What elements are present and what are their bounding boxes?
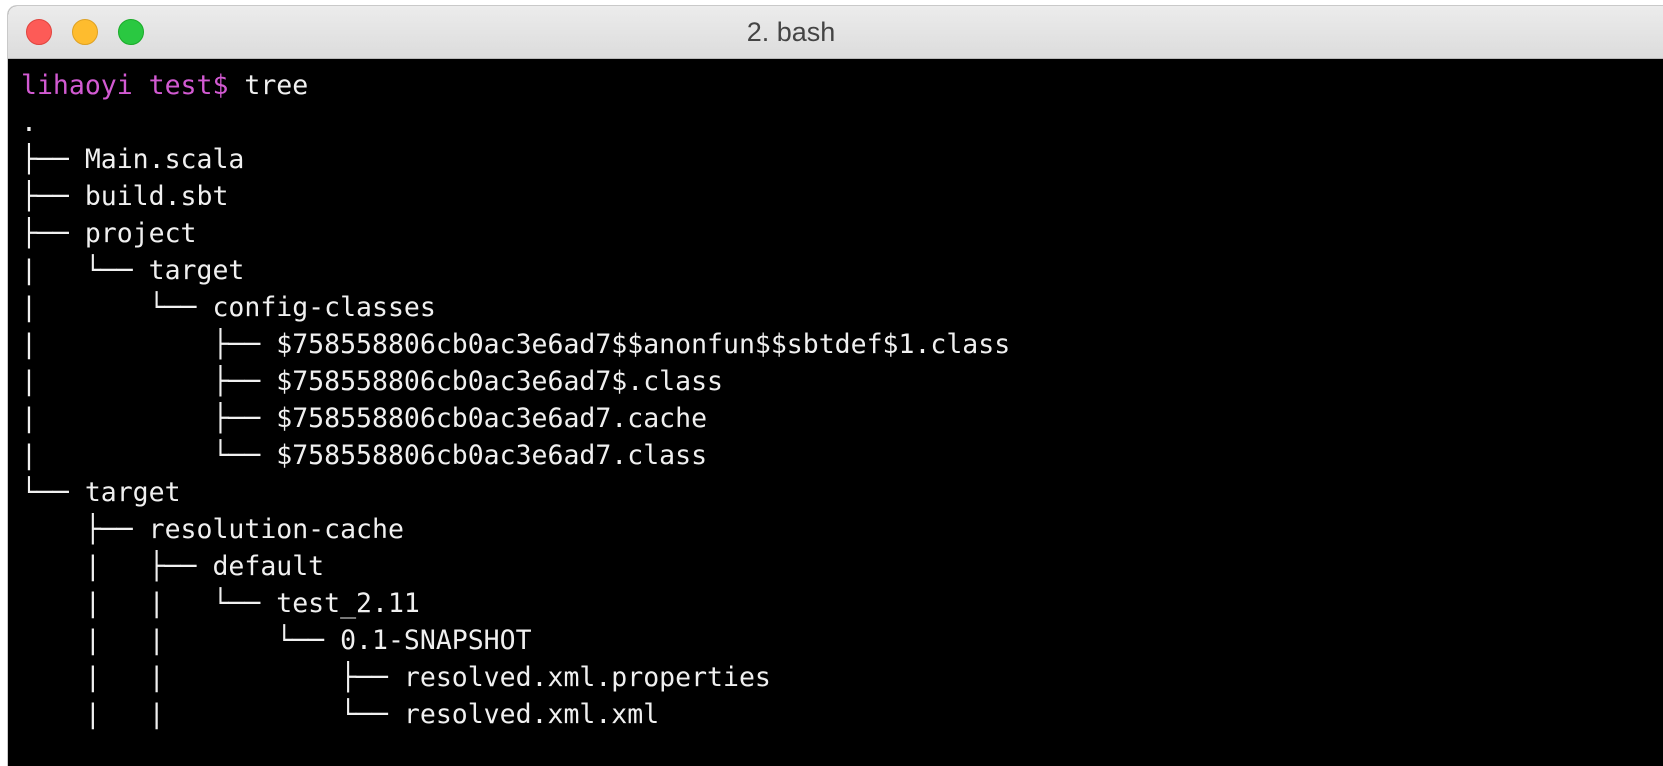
output-line: | | └── resolved.xml.xml [21, 699, 660, 730]
output-line: | | └── 0.1-SNAPSHOT [21, 625, 532, 656]
output-line: | └── config-classes [21, 292, 436, 323]
output-line: | └── $758558806cb0ac3e6ad7.class [21, 440, 708, 471]
output-line: . [21, 107, 37, 138]
prompt-line: lihaoyi test$ tree [21, 67, 308, 104]
output-line: ├── project [21, 218, 197, 249]
output-line: | ├── $758558806cb0ac3e6ad7.cache [21, 403, 708, 434]
output-line: ├── resolution-cache [21, 514, 404, 545]
output-line: ├── build.sbt [21, 181, 229, 212]
shell-prompt: lihaoyi test$ [21, 70, 245, 101]
output-line: | ├── $758558806cb0ac3e6ad7$$anonfun$$sb… [21, 329, 1011, 360]
output-line: | | └── test_2.11 [21, 588, 420, 619]
output-line: | | ├── resolved.xml.properties [21, 662, 771, 693]
terminal-output[interactable]: lihaoyi test$ tree . ├── Main.scala ├── … [8, 59, 1663, 766]
output-line: | ├── default [21, 551, 325, 582]
title-bar: 2. bash [8, 6, 1663, 59]
terminal-window: 2. bash lihaoyi test$ tree . ├── Main.sc… [8, 6, 1663, 766]
command-text: tree [244, 70, 309, 101]
output-line: └── target [21, 477, 181, 508]
output-line: | ├── $758558806cb0ac3e6ad7$.class [21, 366, 723, 397]
output-line: ├── Main.scala [21, 144, 245, 175]
output-line: | └── target [21, 255, 245, 286]
window-title: 2. bash [746, 17, 836, 47]
